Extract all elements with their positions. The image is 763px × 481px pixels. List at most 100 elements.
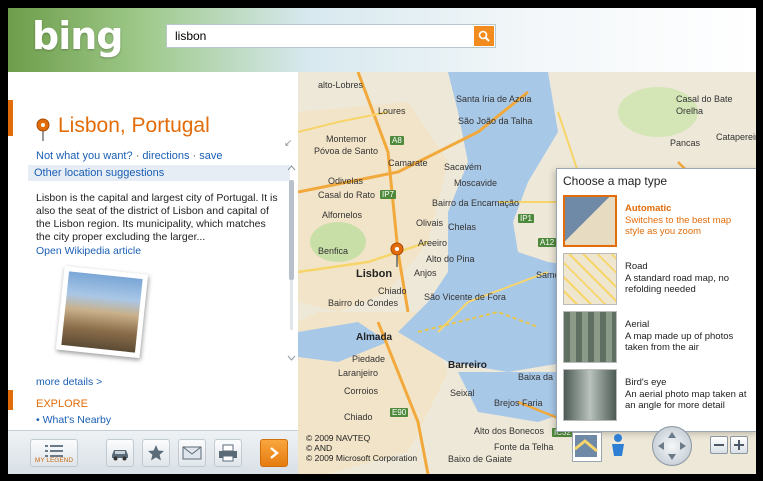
map-pin-icon <box>36 118 50 141</box>
map-label: Baixo de Gaiate <box>448 454 513 464</box>
explore-heading: EXPLORE <box>36 398 88 410</box>
link-separator: · <box>135 150 140 162</box>
legend-icon <box>45 445 63 457</box>
collapse-panel-icon[interactable]: ↙ <box>284 138 292 149</box>
map-label: Odivelas <box>328 176 364 186</box>
map-label: Corroios <box>344 386 379 396</box>
map-label: São Vicente de Fora <box>424 292 506 302</box>
road-shield: IP1 <box>518 214 535 223</box>
zoom-in-button[interactable] <box>730 436 748 454</box>
map-type-aerial[interactable]: Aerial A map made up of photos taken fro… <box>557 309 756 365</box>
email-button[interactable] <box>178 439 206 467</box>
print-button[interactable] <box>214 439 242 467</box>
streetside-button[interactable] <box>606 432 630 460</box>
map-label: Loures <box>378 106 406 116</box>
directions-button[interactable] <box>106 439 134 467</box>
map-label: alto-Lobres <box>318 80 364 90</box>
map-type-desc: An aerial photo map taken at an angle fo… <box>625 389 747 411</box>
map-type-name: Road <box>625 261 648 272</box>
road-shield: A12 <box>538 238 557 247</box>
directions-link[interactable]: directions <box>142 150 189 162</box>
save-link[interactable]: save <box>199 150 222 162</box>
explore-accent <box>8 390 13 410</box>
map-label: Alto do Pina <box>426 254 475 264</box>
location-photo[interactable] <box>55 265 149 359</box>
location-title: Lisbon, Portugal <box>58 114 210 137</box>
map-label: Chiado <box>344 412 373 422</box>
map-type-name: Bird's eye <box>625 377 667 388</box>
map-type-automatic[interactable]: Automatic Switches to the best map style… <box>557 193 756 249</box>
map-label: Alfornelos <box>322 210 363 220</box>
map-label-lisbon: Lisbon <box>356 268 393 280</box>
map-label: Barreiro <box>448 360 487 371</box>
map-label: Anjos <box>414 268 437 278</box>
favorites-button[interactable] <box>142 439 170 467</box>
search-box <box>166 24 496 48</box>
wikipedia-link[interactable]: Open Wikipedia article <box>36 245 141 257</box>
aerial-thumbnail <box>563 311 617 363</box>
map-type-desc: A standard road map, no refolding needed <box>625 273 730 295</box>
map-label: Brejos Faria <box>494 398 543 408</box>
map-label: Santa Iria de Azoia <box>456 94 532 104</box>
birds-eye-thumbnail <box>563 369 617 421</box>
search-input[interactable] <box>167 25 483 47</box>
minus-icon <box>714 444 724 446</box>
zoom-out-button[interactable] <box>710 436 728 454</box>
map-label: Sacavém <box>444 162 482 172</box>
location-description: Lisbon is the capital and largest city o… <box>36 192 278 243</box>
road-shield: E90 <box>390 408 409 417</box>
location-links: Not what you want? · directions · save <box>36 150 223 162</box>
map-label: Laranjeiro <box>338 368 379 378</box>
map-type-birds-eye[interactable]: Bird's eye An aerial photo map taken at … <box>557 367 756 423</box>
car-icon <box>112 450 128 461</box>
copyright-line: © 2009 Microsoft Corporation <box>306 453 418 463</box>
map-label: Seixal <box>450 388 475 398</box>
map-label: Chiado <box>378 286 407 296</box>
scroll-thumb[interactable] <box>289 180 294 280</box>
map-label: Benfica <box>318 246 349 256</box>
location-panel: ↙ Lisbon, Portugal Not what you want? · … <box>8 72 298 474</box>
map-type-panel: Choose a map type Automatic Switches to … <box>556 168 756 432</box>
plus-icon <box>734 440 744 450</box>
map-label: Fonte da Telha <box>494 442 554 452</box>
map-label: Orelha <box>676 106 704 116</box>
next-button[interactable] <box>260 439 288 467</box>
map-label: Piedade <box>352 354 386 364</box>
road-shield: IP7 <box>380 190 397 199</box>
person-icon <box>612 434 624 456</box>
road-shield: A8 <box>390 136 404 145</box>
map-type-toggle-button[interactable] <box>572 432 602 462</box>
map-type-desc: A map made up of photos taken from the a… <box>625 331 734 353</box>
scroll-down-icon[interactable] <box>287 354 296 362</box>
map-type-title: Choose a map type <box>563 174 668 188</box>
map-type-desc: Switches to the best map style as you zo… <box>625 215 732 237</box>
header: bing <box>8 8 756 72</box>
print-icon <box>219 444 237 462</box>
map-style-icon <box>574 435 598 457</box>
automatic-thumbnail <box>563 195 617 247</box>
not-what-you-want-link[interactable]: Not what you want? <box>36 150 133 162</box>
map-copyright: © 2009 NAVTEQ © AND © 2009 Microsoft Cor… <box>306 433 417 463</box>
search-button[interactable] <box>474 26 494 46</box>
panel-accent <box>8 100 13 136</box>
my-legend-label: MY LEGEND <box>34 457 74 464</box>
map-type-road[interactable]: Road A standard road map, no refolding n… <box>557 251 756 307</box>
copyright-line: © AND <box>306 443 333 453</box>
map-label: Bairro da Encarnação <box>432 198 520 208</box>
whats-nearby-link[interactable]: • What's Nearby <box>36 414 111 426</box>
other-location-suggestions[interactable]: Other location suggestions <box>28 165 290 181</box>
bing-logo[interactable]: bing <box>32 14 123 58</box>
bottom-toolbar: MY LEGEND <box>8 430 298 474</box>
panel-scrollbar[interactable] <box>287 164 296 364</box>
map-label: Moscavide <box>454 178 498 188</box>
map-label: Areeiro <box>418 238 448 248</box>
map-label: Montemor <box>326 134 367 144</box>
road-thumbnail <box>563 253 617 305</box>
map-label: Pancas <box>670 138 701 148</box>
map-label: Casal do Rato <box>318 190 376 200</box>
more-details-link[interactable]: more details > <box>36 376 102 388</box>
pan-control[interactable] <box>652 426 692 466</box>
location-pin-icon[interactable] <box>390 242 404 268</box>
scroll-up-icon[interactable] <box>287 164 296 172</box>
my-legend-button[interactable]: MY LEGEND <box>30 439 78 467</box>
